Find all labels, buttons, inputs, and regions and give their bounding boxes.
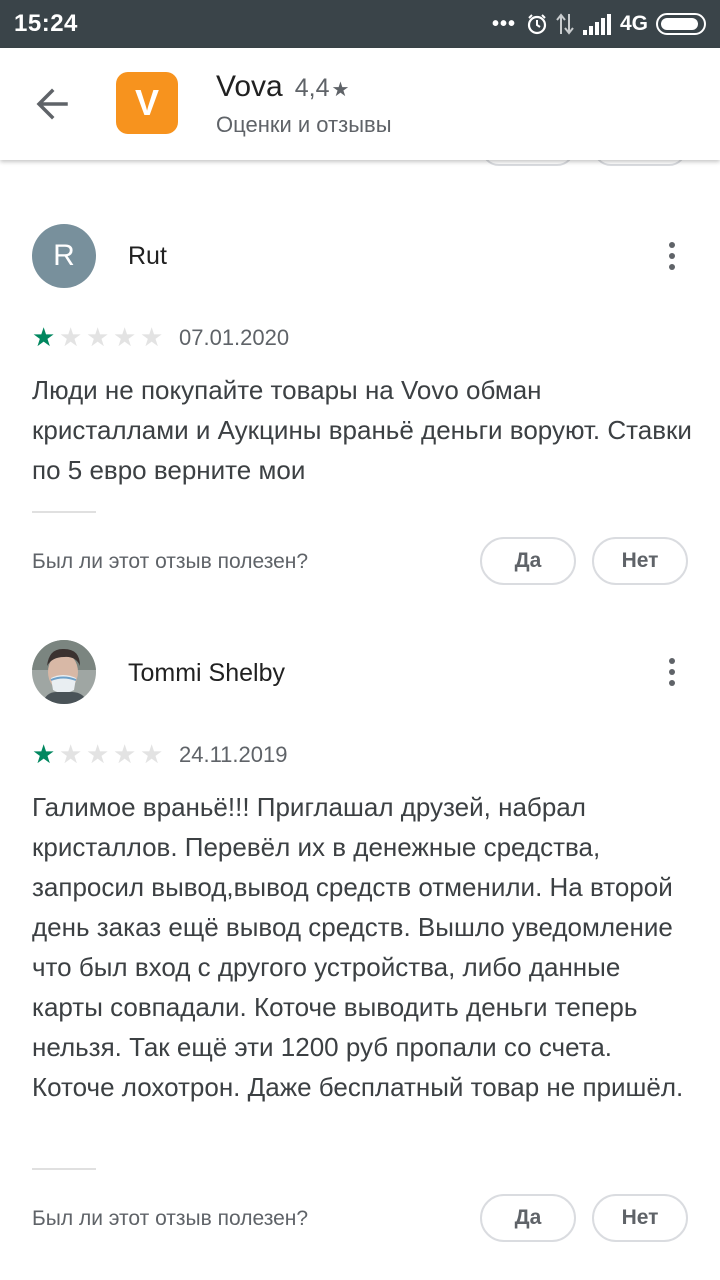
status-bar: 15:24 ••• 4G — [0, 0, 720, 48]
data-transfer-icon — [556, 13, 574, 35]
network-type: 4G — [619, 12, 648, 35]
notification-dots: ••• — [491, 12, 516, 35]
avatar-photo — [32, 640, 96, 704]
divider — [32, 1168, 96, 1170]
page-subtitle: Оценки и отзывы — [216, 112, 392, 137]
avatar-letter: R — [32, 224, 96, 288]
app-icon[interactable]: V — [116, 72, 178, 134]
helpful-question: Был ли этот отзыв полезен? — [32, 1207, 309, 1230]
review-author: Tommi Shelby — [128, 659, 285, 687]
app-icon-letter: V — [134, 82, 159, 123]
status-time: 15:24 — [14, 10, 78, 37]
star-empty-icon: ★ — [86, 739, 110, 769]
helpful-yes-button[interactable]: Да — [480, 537, 576, 585]
star-icon: ★ — [331, 79, 350, 101]
star-filled-icon: ★ — [32, 739, 56, 769]
more-vert-icon — [669, 658, 675, 664]
app-rating: 4,4 — [294, 74, 330, 102]
more-vert-icon-dot — [669, 253, 675, 259]
star-rating: ★ ★ ★ ★ ★ — [32, 324, 166, 350]
review-date: 07.01.2020 — [179, 325, 290, 350]
star-empty-icon: ★ — [113, 739, 137, 769]
star-empty-icon: ★ — [113, 322, 137, 352]
more-vert-icon-dot — [669, 669, 675, 675]
app-header: V Vova 4,4 ★ Оценки и отзывы — [0, 48, 720, 160]
more-options-button[interactable] — [652, 232, 692, 280]
star-rating: ★ ★ ★ ★ ★ — [32, 741, 166, 767]
signal-icon — [582, 14, 611, 35]
status-icons: ••• 4G — [492, 8, 706, 40]
review-text: Галимое враньё!!! Приглашал друзей, набр… — [32, 792, 684, 1102]
arrow-back-icon — [36, 88, 68, 120]
more-options-button[interactable] — [652, 648, 692, 696]
battery-icon — [656, 13, 706, 35]
app-title: Vova 4,4 ★ — [216, 70, 349, 104]
review-text: Люди не покупайте товары на Vovo обман к… — [32, 375, 692, 485]
star-filled-icon: ★ — [32, 322, 56, 352]
back-button[interactable] — [30, 84, 78, 124]
star-empty-icon: ★ — [140, 322, 164, 352]
review-date: 24.11.2019 — [179, 742, 288, 767]
avatar: R — [32, 224, 96, 288]
star-empty-icon: ★ — [59, 739, 83, 769]
avatar — [32, 640, 96, 704]
app-name: Vova — [216, 70, 283, 103]
alarm-icon — [527, 14, 547, 35]
more-vert-icon-dot — [669, 680, 675, 686]
more-vert-icon-dot — [669, 264, 675, 270]
helpful-no-button[interactable]: Нет — [592, 537, 688, 585]
star-empty-icon: ★ — [140, 739, 164, 769]
star-empty-icon: ★ — [86, 322, 110, 352]
helpful-question: Был ли этот отзыв полезен? — [32, 550, 309, 573]
star-empty-icon: ★ — [59, 322, 83, 352]
more-vert-icon — [669, 242, 675, 248]
review-author: Rut — [128, 242, 167, 270]
helpful-yes-button[interactable]: Да — [480, 1194, 576, 1242]
divider — [32, 511, 96, 513]
helpful-no-button[interactable]: Нет — [592, 1194, 688, 1242]
